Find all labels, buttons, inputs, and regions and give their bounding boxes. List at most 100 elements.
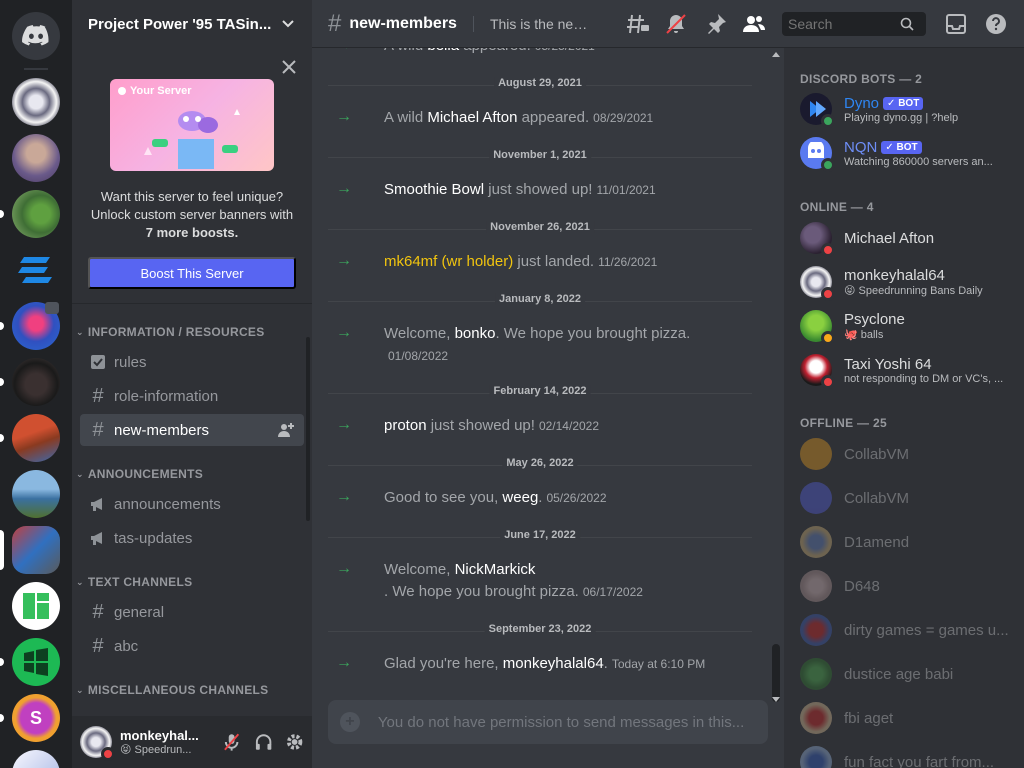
server-icon-10[interactable] (12, 638, 60, 686)
member-status: 🐙 balls (844, 329, 884, 341)
member-item[interactable]: D648 (792, 565, 1016, 607)
channel-rules[interactable]: rules (80, 346, 304, 378)
search-input[interactable] (788, 16, 900, 32)
chevron-down-icon: ⌄ (76, 576, 84, 587)
hash-icon: # (92, 600, 104, 623)
channel-label: tas-updates (114, 529, 193, 547)
boost-server-button[interactable]: Boost This Server (88, 257, 296, 289)
user-info[interactable]: monkeyhal... 😝 Speedrun... (120, 728, 216, 756)
message-username[interactable]: Smoothie Bowl (384, 181, 484, 198)
message-username[interactable]: weeg (502, 489, 538, 506)
mic-muted-icon[interactable] (222, 732, 241, 752)
server-icon-6[interactable] (12, 358, 60, 406)
avatar[interactable] (80, 726, 115, 761)
pin-icon[interactable] (704, 12, 728, 36)
member-name: monkeyhalal64 (844, 267, 945, 284)
boost-text-line-1: Want this server to feel unique? (100, 189, 284, 204)
member-item[interactable]: monkeyhalal64 😝 Speedrunning Bans Daily (792, 261, 1016, 303)
server-name: Project Power '95 TASin... (88, 15, 272, 33)
channel-announcements[interactable]: announcements (80, 488, 304, 520)
channel-general[interactable]: # general (80, 596, 304, 628)
channel-tas-updates[interactable]: tas-updates (80, 522, 304, 554)
category-text-channels[interactable]: ⌄ TEXT CHANNELS (76, 575, 192, 589)
user-panel: monkeyhal... 😝 Speedrun... (72, 716, 312, 768)
member-category-offline: OFFLINE — 25 (800, 416, 887, 430)
channel-new-members[interactable]: # new-members (80, 414, 304, 446)
join-arrow-icon: → (336, 252, 352, 269)
chat-scrollbar[interactable] (770, 48, 784, 708)
message-username[interactable]: proton (384, 417, 427, 434)
hash-icon: # (92, 384, 104, 407)
member-name: Michael Afton (844, 229, 935, 247)
avatar (800, 482, 832, 514)
message-username[interactable]: monkeyhalal64 (503, 655, 604, 672)
member-item[interactable]: fbi aget (792, 697, 1016, 739)
channel-abc[interactable]: # abc (80, 630, 304, 662)
member-item[interactable]: Psyclone 🐙 balls (792, 305, 1016, 347)
discord-home-button[interactable] (12, 12, 60, 60)
server-icon-11[interactable]: S (12, 694, 60, 742)
message-username[interactable]: Michael Afton (427, 109, 517, 126)
member-status: 😝 Speedrunning Bans Daily (844, 285, 983, 297)
threads-icon[interactable] (626, 12, 650, 36)
member-item[interactable]: Michael Afton (792, 217, 1016, 259)
avatar (800, 658, 832, 690)
member-item[interactable]: CollabVM (792, 477, 1016, 519)
message-text: just showed up! (484, 181, 593, 198)
server-icon-2[interactable] (12, 134, 60, 182)
member-item[interactable]: D1amend (792, 521, 1016, 563)
search-box[interactable] (782, 12, 926, 36)
channel-role-information[interactable]: # role-information (80, 380, 304, 412)
message-timestamp: 08/29/2021 (593, 111, 654, 125)
member-item[interactable]: dirty games = games u... (792, 609, 1016, 651)
member-item[interactable]: fun fact you fart from... (792, 741, 1016, 768)
scroll-up-icon[interactable] (771, 50, 781, 58)
date-label: August 29, 2021 (494, 77, 586, 89)
server-icon-9[interactable] (12, 582, 60, 630)
server-icon-12[interactable] (12, 750, 60, 768)
member-item[interactable]: dustice age babi (792, 653, 1016, 695)
category-announcements[interactable]: ⌄ ANNOUNCEMENTS (76, 467, 203, 481)
close-icon[interactable] (282, 60, 296, 74)
notification-muted-icon[interactable] (664, 12, 688, 36)
message-username[interactable]: bonko (455, 325, 496, 342)
member-item[interactable]: Taxi Yoshi 64 not responding to DM or VC… (792, 349, 1016, 391)
member-item[interactable]: Dyno ✓ BOT Playing dyno.gg | ?help (792, 88, 1016, 130)
megaphone-icon (91, 498, 102, 511)
server-icon-4[interactable] (12, 246, 60, 294)
dnd-status-icon (821, 375, 835, 389)
online-status-icon (821, 114, 835, 128)
message-text: appeared. (517, 109, 590, 126)
server-icon-7[interactable] (12, 414, 60, 462)
sidebar-scrollbar[interactable] (306, 337, 310, 521)
gear-icon[interactable] (285, 732, 304, 752)
member-name: D1amend (844, 533, 910, 551)
member-item[interactable]: CollabVM (792, 433, 1016, 475)
scroll-down-icon[interactable] (771, 696, 781, 704)
member-list-icon[interactable] (742, 12, 766, 36)
message-timestamp: 11/01/2021 (596, 183, 656, 197)
member-info: D1amend (844, 534, 1008, 551)
member-item[interactable]: NQN ✓ BOT Watching 860000 servers an... (792, 132, 1016, 174)
server-icon-3[interactable] (12, 190, 60, 238)
server-icon-current[interactable] (12, 526, 60, 574)
chat-scroll-thumb[interactable] (772, 644, 780, 702)
server-rail: S (0, 0, 72, 768)
member-info: monkeyhalal64 😝 Speedrunning Bans Daily (844, 267, 1008, 297)
server-icon-8[interactable] (12, 470, 60, 518)
dnd-status-icon (821, 243, 835, 257)
server-icon-1[interactable] (12, 78, 60, 126)
inbox-icon[interactable] (944, 12, 968, 36)
channel-topic[interactable]: This is the new-... (472, 15, 591, 32)
message-composer[interactable]: + You do not have permission to send mes… (328, 700, 768, 744)
category-information[interactable]: ⌄ INFORMATION / RESOURCES (76, 325, 265, 339)
unread-pill (0, 210, 4, 218)
help-icon[interactable] (984, 12, 1008, 36)
headphones-icon[interactable] (254, 732, 273, 752)
unread-pill (0, 322, 4, 330)
message-username[interactable]: mk64mf (wr holder) (384, 253, 513, 270)
add-member-icon[interactable] (278, 422, 294, 438)
message-username[interactable]: NickMarkick (455, 561, 536, 578)
category-miscellaneous[interactable]: ⌄ MISCELLANEOUS CHANNELS (76, 683, 268, 697)
server-header[interactable]: Project Power '95 TASin... (72, 0, 312, 48)
